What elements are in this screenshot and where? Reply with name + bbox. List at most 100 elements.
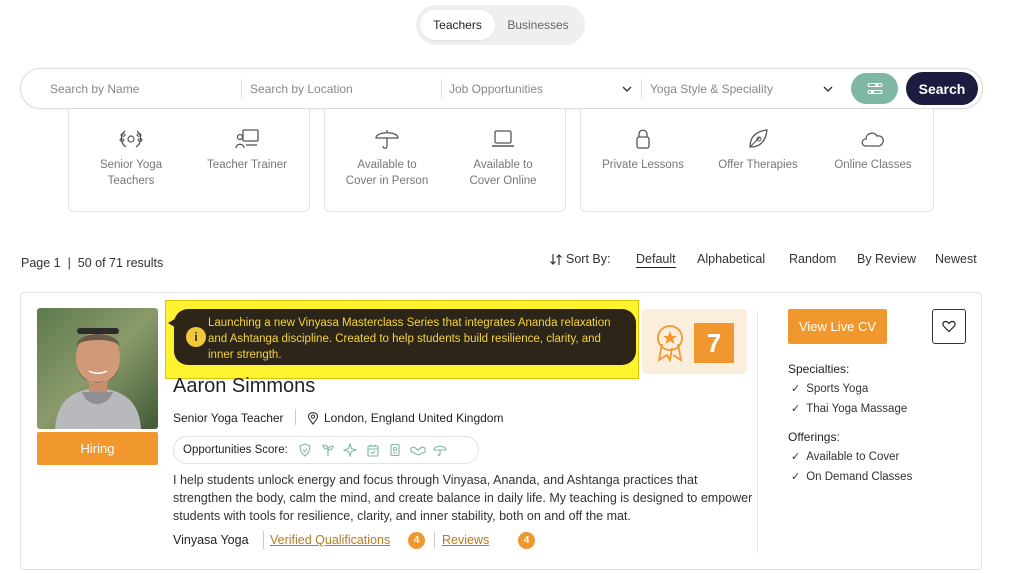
sort-option-newest[interactable]: Newest [935, 252, 977, 266]
category-label: Senior Yoga [99, 159, 163, 171]
opportunity-icons [296, 442, 454, 458]
calendar-icon [363, 442, 382, 458]
badge-icon [386, 442, 405, 458]
divider [295, 409, 296, 425]
category-label: Available to [357, 159, 417, 171]
search-divider [441, 79, 442, 99]
category-label: Cover in Person [345, 175, 429, 187]
teacher-score: 7 [694, 323, 734, 363]
chevron-down-icon [823, 86, 833, 92]
announcement-tail [168, 317, 178, 329]
offerings-heading: Offerings: [788, 430, 840, 444]
divider [434, 531, 435, 549]
offering-text: On Demand Classes [806, 470, 913, 483]
checkmark-icon: ✓ [791, 383, 801, 395]
specialty-item: ✓ Thai Yoga Massage [791, 402, 908, 416]
search-bar: Job Opportunities Yoga Style & Specialit… [20, 68, 983, 109]
name-search-field [50, 78, 240, 100]
name-search-input[interactable] [50, 82, 240, 96]
heart-icon [942, 320, 956, 333]
opportunities-score: Opportunities Score: [173, 436, 479, 464]
view-live-cv-button[interactable]: View Live CV [788, 309, 887, 344]
sort-option-random[interactable]: Random [789, 252, 836, 266]
sort-arrows-icon [550, 253, 562, 265]
checkmark-icon: ✓ [791, 403, 801, 415]
category-group-services: Private Lessons Offer Therapies Online C… [580, 109, 934, 212]
job-opportunities-label: Job Opportunities [449, 82, 544, 96]
offering-text: Available to Cover [806, 450, 900, 463]
umbrella-icon [375, 130, 399, 149]
qualifications-count-badge: 4 [408, 532, 425, 549]
laptop-icon [492, 130, 514, 147]
sort-label: Sort By: [549, 252, 610, 266]
offering-item: ✓ Available to Cover [791, 450, 900, 464]
specialty-text: Thai Yoga Massage [806, 402, 908, 415]
tab-businesses[interactable]: Businesses [495, 10, 581, 40]
search-divider [641, 79, 642, 99]
cloud-icon [861, 132, 884, 147]
teacher-photo[interactable] [37, 308, 158, 429]
category-group-cover: Available to Cover in Person Available t… [324, 109, 566, 212]
location-pin-icon [307, 411, 319, 425]
search-divider [241, 79, 242, 99]
yoga-style-select[interactable]: Yoga Style & Speciality [650, 78, 833, 100]
reviews-link[interactable]: Reviews [442, 533, 489, 547]
category-label: Online Classes [834, 159, 912, 171]
verified-qualifications-link[interactable]: Verified Qualifications [270, 533, 390, 547]
search-button[interactable]: Search [906, 72, 978, 105]
tab-teachers[interactable]: Teachers [420, 10, 495, 40]
teacher-card: Hiring i Launching a new Vinyasa Masterc… [20, 292, 982, 570]
category-label: Cover Online [469, 175, 537, 187]
category-senior-yoga-teachers[interactable]: Senior Yoga Teachers [89, 127, 173, 189]
category-label: Offer Therapies [718, 159, 798, 171]
category-cover-in-person[interactable]: Available to Cover in Person [343, 127, 431, 189]
location-search-field [250, 78, 440, 100]
yoga-style-label: Yoga Style & Speciality [650, 82, 773, 96]
presenter-board-icon [235, 129, 259, 149]
category-cover-online[interactable]: Available to Cover Online [459, 127, 547, 189]
checkmark-icon: ✓ [791, 451, 801, 463]
sort-option-by-review[interactable]: By Review [857, 252, 916, 266]
sort-option-alphabetical[interactable]: Alphabetical [697, 252, 765, 266]
leaf-icon [749, 129, 768, 148]
announcement-highlight: i Launching a new Vinyasa Masterclass Se… [165, 300, 639, 379]
info-icon: i [186, 327, 206, 347]
teacher-style: Vinyasa Yoga [173, 533, 249, 547]
category-label: Available to [473, 159, 533, 171]
specialty-item: ✓ Sports Yoga [791, 382, 868, 396]
results-count: Page 1 | 50 of 71 results [21, 256, 164, 270]
category-private-lessons[interactable]: Private Lessons [593, 127, 693, 173]
sort-label-text: Sort By: [566, 252, 611, 266]
handshake-icon [408, 442, 427, 458]
award-ribbon-icon [657, 325, 683, 362]
teacher-name[interactable]: Aaron Simmons [173, 375, 315, 398]
offering-item: ✓ On Demand Classes [791, 470, 913, 484]
hiring-button[interactable]: Hiring [37, 432, 158, 465]
teacher-location: London, England United Kingdom [307, 411, 503, 425]
opportunities-label: Opportunities Score: [183, 444, 288, 456]
favorite-button[interactable] [932, 309, 966, 344]
job-opportunities-select[interactable]: Job Opportunities [449, 78, 632, 100]
sliders-icon [866, 82, 883, 94]
category-label: Teacher Trainer [207, 159, 287, 171]
reviews-count-badge: 4 [518, 532, 535, 549]
divider [263, 531, 264, 549]
teacher-role: Senior Yoga Teacher [173, 411, 284, 425]
divider [757, 311, 758, 553]
filter-button[interactable] [851, 73, 898, 104]
category-teacher-trainer[interactable]: Teacher Trainer [201, 127, 293, 173]
category-offer-therapies[interactable]: Offer Therapies [708, 127, 808, 173]
announcement-text: Launching a new Vinyasa Masterclass Seri… [208, 317, 611, 361]
umbrella-icon [431, 442, 450, 458]
category-online-classes[interactable]: Online Classes [823, 127, 923, 173]
chevron-down-icon [622, 86, 632, 92]
laurel-wreath-icon [119, 130, 143, 148]
sort-option-default[interactable]: Default [636, 252, 676, 268]
checkmark-icon: ✓ [791, 471, 801, 483]
location-search-input[interactable] [250, 82, 440, 96]
teacher-score-box: 7 [642, 309, 747, 374]
view-tabs: Teachers Businesses [416, 5, 585, 45]
sprout-icon [318, 442, 337, 458]
teacher-bio: I help students unlock energy and focus … [173, 473, 753, 523]
announcement-bubble: i Launching a new Vinyasa Masterclass Se… [174, 309, 636, 365]
